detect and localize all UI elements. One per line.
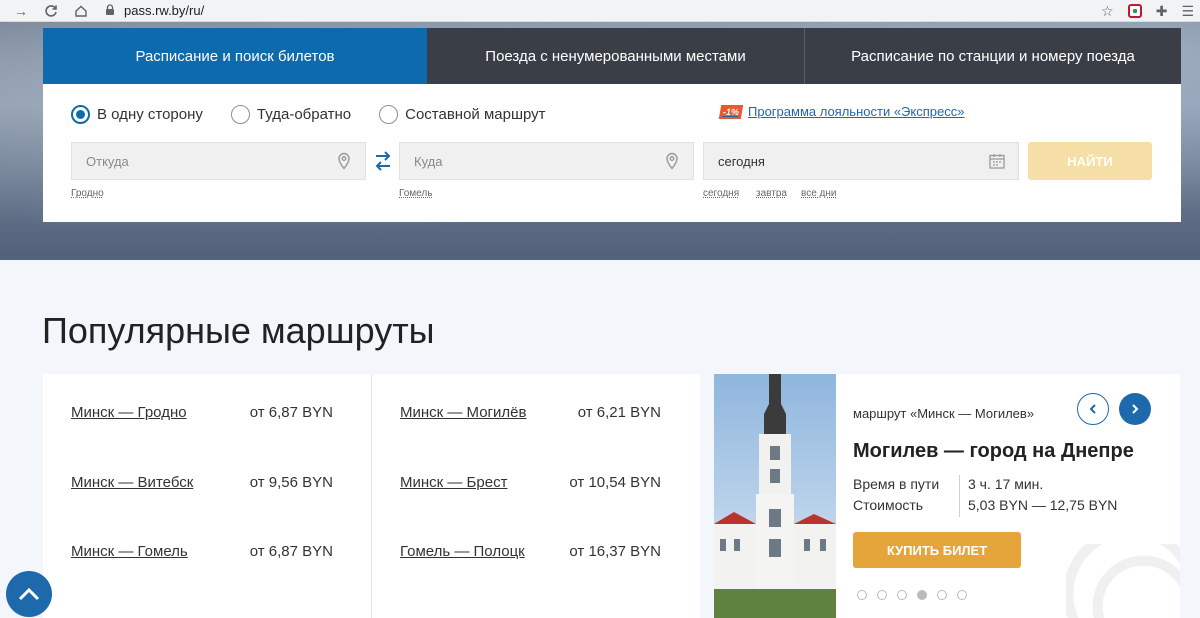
travel-time-value: 3 ч. 17 мин. (968, 476, 1044, 492)
tab-unnumbered-trains[interactable]: Поезда с ненумерованными местами (427, 28, 805, 84)
tab-label: Поезда с ненумерованными местами (485, 47, 746, 65)
hero-banner: Расписание и поиск билетов Поезда с нену… (0, 22, 1200, 260)
search-panel: В одну сторону Туда-обратно Составной ма… (43, 84, 1181, 222)
home-icon[interactable] (70, 0, 92, 22)
carousel-prev-button[interactable] (1077, 393, 1109, 425)
to-hint-link[interactable]: Гомель (399, 188, 432, 199)
loyalty-program-link[interactable]: -1% Программа лояльности «Экспресс» (718, 104, 965, 119)
radio-label: Туда-обратно (256, 105, 352, 123)
promo-title: Могилев — город на Днепре (853, 440, 1134, 462)
browser-toolbar: → pass.rw.by/ru/ ☆ ✚ ☰ (0, 0, 1200, 22)
route-price: от 10,54 BYN (569, 474, 661, 491)
back-arrow-icon[interactable]: → (10, 0, 32, 22)
date-hint-tomorrow[interactable]: завтра (756, 188, 787, 199)
radio-round-trip[interactable]: Туда-обратно (230, 104, 352, 124)
from-hint-link[interactable]: Гродно (71, 188, 104, 199)
date-input[interactable]: сегодня (703, 142, 1019, 180)
radio-multi-route[interactable]: Составной маршрут (379, 104, 546, 124)
chevron-right-icon (1132, 404, 1139, 414)
chevron-up-icon (18, 587, 40, 601)
lock-icon (106, 4, 114, 15)
route-row: Минск — Витебск от 9,56 BYN (71, 474, 333, 494)
carousel-dot[interactable] (877, 590, 887, 600)
route-link[interactable]: Минск — Гомель (71, 543, 188, 563)
radio-label: В одну сторону (97, 105, 203, 123)
cost-value: 5,03 BYN — 12,75 BYN (968, 497, 1118, 513)
reading-list-icon[interactable]: ☰ (1181, 3, 1194, 20)
to-station-input[interactable]: Куда (399, 142, 694, 180)
route-row: Минск — Могилёв от 6,21 BYN (400, 404, 661, 424)
radio-unchecked-icon (379, 104, 399, 124)
routes-column-right: Минск — Могилёв от 6,21 BYN Минск — Брес… (371, 374, 699, 618)
carousel-dot[interactable] (857, 590, 867, 600)
route-row: Минск — Гомель от 6,87 BYN (71, 543, 333, 563)
trip-type-group: В одну сторону Туда-обратно Составной ма… (71, 102, 574, 126)
search-tabs: Расписание и поиск билетов Поезда с нену… (43, 28, 1181, 84)
promo-route-card: маршрут «Минск — Могилев» Могилев — горо… (714, 374, 1180, 618)
discount-badge-icon: -1% (718, 104, 744, 119)
radio-one-way[interactable]: В одну сторону (71, 104, 203, 124)
tab-label: Расписание и поиск билетов (135, 47, 335, 65)
date-value: сегодня (718, 153, 765, 169)
route-row: Гомель — Полоцк от 16,37 BYN (400, 543, 661, 563)
promo-route-subtitle: маршрут «Минск — Могилев» (853, 406, 1035, 421)
route-price: от 6,21 BYN (577, 404, 661, 421)
carousel-dot[interactable] (897, 590, 907, 600)
calendar-icon[interactable] (988, 152, 1006, 170)
route-row: Минск — Брест от 10,54 BYN (400, 474, 661, 494)
to-placeholder: Куда (414, 153, 443, 169)
loyalty-link-text: Программа лояльности «Экспресс» (748, 104, 965, 119)
carousel-next-button[interactable] (1119, 393, 1151, 425)
popular-routes-card: Минск — Гродно от 6,87 BYN Минск — Витеб… (43, 374, 700, 618)
radio-checked-icon (71, 104, 90, 124)
scroll-to-top-button[interactable] (6, 571, 52, 617)
extension-icon[interactable] (1127, 4, 1142, 18)
location-pin-icon (666, 152, 678, 170)
carousel-dots (857, 590, 967, 600)
swap-stations-icon[interactable] (372, 148, 394, 174)
railway-logo-watermark (1066, 544, 1180, 618)
route-link[interactable]: Гомель — Полоцк (400, 543, 525, 563)
cost-label: Стоимость (853, 497, 924, 513)
route-price: от 6,87 BYN (249, 404, 333, 421)
chevron-left-icon (1089, 404, 1096, 414)
url-text: pass.rw.by/ru/ (124, 2, 205, 18)
date-hint-today[interactable]: сегодня (703, 188, 739, 199)
route-row: Минск — Гродно от 6,87 BYN (71, 404, 333, 424)
details-divider (959, 475, 960, 517)
from-station-input[interactable]: Откуда (71, 142, 366, 180)
route-price: от 6,87 BYN (249, 543, 333, 560)
address-bar[interactable]: pass.rw.by/ru/ (104, 0, 1104, 20)
puzzle-icon[interactable]: ✚ (1156, 3, 1168, 20)
radio-label: Составной маршрут (405, 105, 546, 123)
route-link[interactable]: Минск — Могилёв (400, 404, 526, 424)
tab-schedule-search[interactable]: Расписание и поиск билетов (43, 28, 427, 84)
routes-column-left: Минск — Гродно от 6,87 BYN Минск — Витеб… (43, 374, 371, 618)
carousel-dot[interactable] (957, 590, 967, 600)
carousel-dot-active[interactable] (917, 590, 927, 600)
from-placeholder: Откуда (86, 153, 129, 169)
date-hint-all-days[interactable]: все дни (801, 188, 836, 199)
reload-icon[interactable] (40, 0, 62, 22)
route-link[interactable]: Минск — Брест (400, 474, 507, 494)
mogilev-town-hall-image (714, 374, 836, 618)
tab-label: Расписание по станции и номеру поезда (851, 47, 1135, 65)
route-price: от 9,56 BYN (249, 474, 333, 491)
travel-time-label: Время в пути (853, 476, 940, 492)
radio-unchecked-icon (230, 104, 250, 124)
route-link[interactable]: Минск — Гродно (71, 404, 187, 424)
route-link[interactable]: Минск — Витебск (71, 474, 193, 494)
buy-ticket-button[interactable]: КУПИТЬ БИЛЕТ (853, 532, 1021, 568)
popular-routes-title: Популярные маршруты (42, 310, 435, 351)
tab-station-schedule[interactable]: Расписание по станции и номеру поезда (805, 28, 1181, 84)
carousel-dot[interactable] (937, 590, 947, 600)
location-pin-icon (338, 152, 350, 170)
find-button[interactable]: НАЙТИ (1028, 142, 1152, 180)
route-price: от 16,37 BYN (569, 543, 661, 560)
star-icon[interactable]: ☆ (1101, 3, 1114, 20)
